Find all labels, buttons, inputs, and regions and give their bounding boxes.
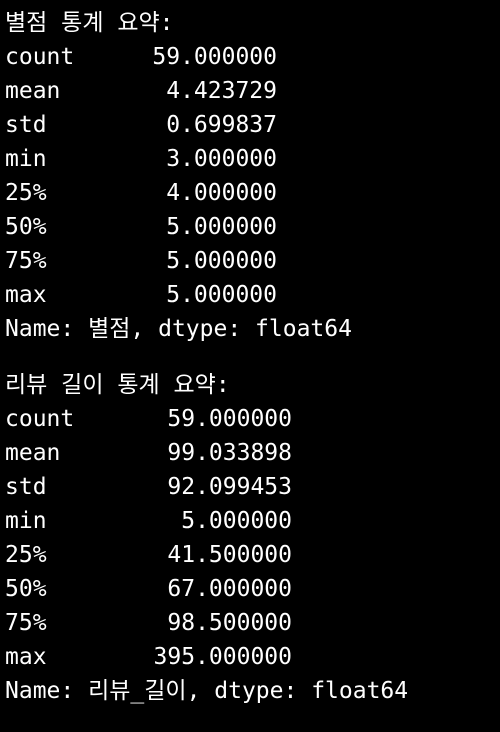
stat-row: std 0.699837 [5, 108, 500, 142]
stat-row: 25% 4.000000 [5, 176, 500, 210]
stat-label: count [5, 406, 75, 432]
stat-label: 25% [5, 180, 47, 206]
console-output: 별점 통계 요약: count 59.000000 mean 4.423729 st… [0, 0, 500, 732]
stat-label: std [5, 474, 47, 500]
stat-value: 59.000000 [167, 406, 292, 432]
stat-value: 3.000000 [166, 146, 277, 172]
stat-label: min [5, 508, 47, 534]
stat-value: 395.000000 [153, 644, 292, 670]
stat-row: min 5.000000 [5, 504, 500, 538]
stat-label: max [5, 282, 47, 308]
stat-row: mean 4.423729 [5, 74, 500, 108]
stat-value: 99.033898 [167, 440, 292, 466]
stat-label: mean [5, 78, 61, 104]
stat-label: 50% [5, 214, 47, 240]
stat-row: count 59.000000 [5, 40, 500, 74]
stat-row: max 5.000000 [5, 278, 500, 312]
stat-label: count [5, 44, 75, 70]
stat-label: 75% [5, 248, 47, 274]
review-length-stats-block: 리뷰 길이 통계 요약: count 59.000000 mean 99.03389… [5, 368, 500, 708]
stat-value: 59.000000 [152, 44, 277, 70]
stat-value: 67.000000 [167, 576, 292, 602]
rating-stats-block: 별점 통계 요약: count 59.000000 mean 4.423729 st… [5, 6, 500, 346]
stat-value: 41.500000 [167, 542, 292, 568]
stat-label: 75% [5, 610, 47, 636]
stat-row: count 59.000000 [5, 402, 500, 436]
rating-stats-header: 별점 통계 요약: [5, 10, 174, 36]
stat-row: 75% 5.000000 [5, 244, 500, 278]
stat-row: std 92.099453 [5, 470, 500, 504]
stat-value: 5.000000 [166, 248, 277, 274]
stat-row: 25% 41.500000 [5, 538, 500, 572]
stat-value: 5.000000 [166, 282, 277, 308]
stat-label: std [5, 112, 47, 138]
stat-label: 25% [5, 542, 47, 568]
stat-row: min 3.000000 [5, 142, 500, 176]
stat-value: 0.699837 [166, 112, 277, 138]
review-length-stats-footer: Name: 리뷰_길이, dtype: float64 [5, 678, 409, 704]
rating-stats-footer: Name: 별점, dtype: float64 [5, 316, 352, 342]
stat-label: min [5, 146, 47, 172]
stat-row: mean 99.033898 [5, 436, 500, 470]
stat-value: 4.423729 [166, 78, 277, 104]
stat-value: 98.500000 [167, 610, 292, 636]
stat-row: max 395.000000 [5, 640, 500, 674]
stat-row: 50% 67.000000 [5, 572, 500, 606]
stat-value: 4.000000 [166, 180, 277, 206]
stat-label: 50% [5, 576, 47, 602]
stat-label: max [5, 644, 47, 670]
stat-value: 5.000000 [181, 508, 292, 534]
stat-label: mean [5, 440, 61, 466]
stat-value: 92.099453 [167, 474, 292, 500]
stat-row: 75% 98.500000 [5, 606, 500, 640]
review-length-stats-header: 리뷰 길이 통계 요약: [5, 372, 230, 398]
stat-row: 50% 5.000000 [5, 210, 500, 244]
stat-value: 5.000000 [166, 214, 277, 240]
